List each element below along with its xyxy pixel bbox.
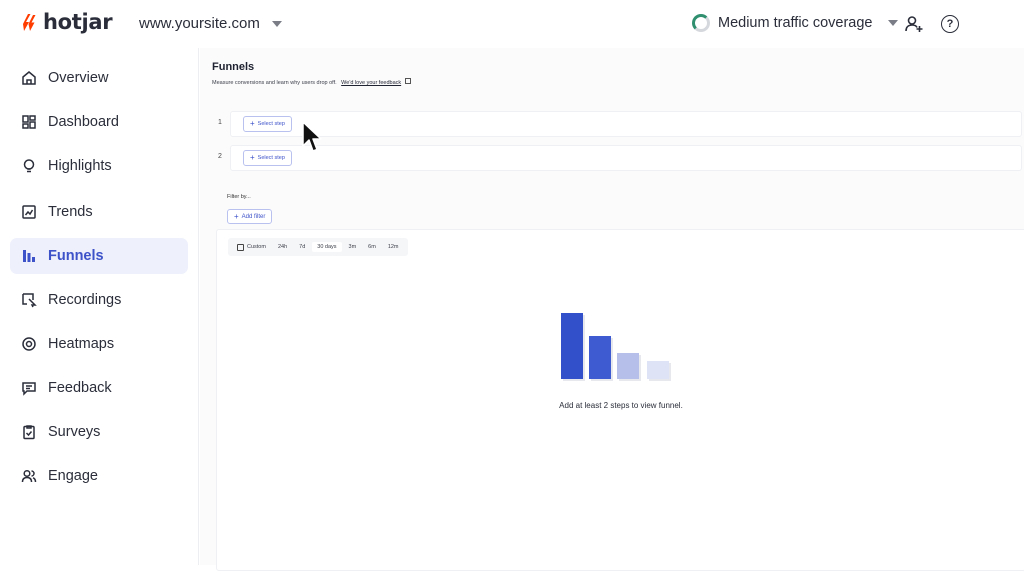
hotjar-logo[interactable]: hotjar: [20, 10, 113, 34]
sidebar-item-label: Funnels: [48, 248, 104, 264]
empty-funnel-illustration: [561, 313, 671, 381]
plus-icon: +: [250, 153, 255, 162]
traffic-coverage-selector[interactable]: Medium traffic coverage: [692, 14, 899, 32]
sidebar-item-label: Feedback: [48, 380, 112, 396]
sidebar-item-label: Overview: [48, 70, 109, 86]
sidebar-item-engage[interactable]: Engage: [10, 458, 188, 494]
chevron-down-icon: [271, 20, 282, 27]
step-number: 1: [218, 119, 222, 126]
sidebar: Overview Dashboard Highlights Trends Fun…: [0, 48, 199, 565]
sidebar-item-feedback[interactable]: Feedback: [10, 370, 188, 406]
sidebar-item-surveys[interactable]: Surveys: [10, 414, 188, 450]
illustration-bar: [647, 361, 669, 379]
chevron-down-icon: [888, 20, 899, 26]
external-link-icon: [404, 78, 411, 84]
empty-state-message: Add at least 2 steps to view funnel.: [559, 401, 683, 410]
add-user-icon[interactable]: [903, 13, 925, 35]
select-step-button[interactable]: + Select step: [243, 150, 292, 166]
add-filter-label: Add filter: [241, 213, 266, 220]
sidebar-item-label: Surveys: [48, 424, 101, 440]
calendar-icon: [237, 243, 244, 251]
sidebar-item-heatmaps[interactable]: Heatmaps: [10, 326, 188, 362]
main-content: Funnels Measure conversions and learn wh…: [200, 48, 1024, 571]
funnel-panel: Custom 24h 7d 30 days 3m 6m 12m Add at l…: [216, 229, 1024, 571]
select-step-label: Select step: [257, 121, 285, 127]
subtitle-text: Measure conversions and learn why users …: [212, 80, 337, 86]
funnel-bars-icon: [20, 247, 38, 265]
site-name: www.yoursite.com: [139, 15, 260, 32]
logo-text: hotjar: [43, 10, 113, 34]
feedback-link[interactable]: We'd love your feedback: [341, 80, 401, 86]
sidebar-item-dashboard[interactable]: Dashboard: [10, 104, 188, 140]
date-option-label: Custom: [247, 244, 266, 250]
illustration-bar: [561, 313, 583, 379]
date-range-selector: Custom 24h 7d 30 days 3m 6m 12m: [228, 238, 408, 256]
recording-icon: [20, 291, 38, 309]
add-filter-button[interactable]: + Add filter: [227, 209, 273, 224]
sidebar-item-label: Recordings: [48, 292, 122, 308]
filter-label: Filter by...: [227, 194, 251, 200]
progress-ring-icon: [692, 14, 710, 32]
page-subtitle: Measure conversions and learn why users …: [212, 78, 411, 86]
sidebar-item-label: Highlights: [48, 158, 112, 174]
users-icon: [20, 467, 38, 485]
step-number: 2: [218, 153, 222, 160]
date-option-12m[interactable]: 12m: [383, 242, 404, 252]
plus-icon: +: [234, 211, 239, 221]
site-selector[interactable]: www.yoursite.com: [139, 15, 282, 32]
illustration-bar: [589, 336, 611, 379]
page-title: Funnels: [212, 61, 255, 73]
date-option-30-days[interactable]: 30 days: [312, 242, 342, 252]
dashboard-icon: [20, 113, 38, 131]
date-option-6m[interactable]: 6m: [363, 242, 381, 252]
mouse-cursor-icon: [302, 121, 322, 152]
lightbulb-icon: [20, 157, 38, 175]
sidebar-item-trends[interactable]: Trends: [10, 194, 188, 230]
date-option-24h[interactable]: 24h: [273, 242, 292, 252]
heatmap-icon: [20, 335, 38, 353]
select-step-button[interactable]: + Select step: [243, 116, 292, 132]
trend-chart-icon: [20, 203, 38, 221]
sidebar-item-overview[interactable]: Overview: [10, 60, 188, 96]
sidebar-item-label: Engage: [48, 468, 98, 484]
help-icon[interactable]: ?: [941, 15, 959, 33]
coverage-label: Medium traffic coverage: [718, 15, 873, 31]
illustration-bar: [617, 353, 639, 379]
funnel-step-row: + Select step: [230, 111, 1022, 137]
top-bar: hotjar www.yoursite.com Medium traffic c…: [0, 0, 1024, 48]
sidebar-item-recordings[interactable]: Recordings: [10, 282, 188, 318]
date-option-7d[interactable]: 7d: [294, 242, 310, 252]
funnel-step-row: + Select step: [230, 145, 1022, 171]
sidebar-item-highlights[interactable]: Highlights: [10, 148, 188, 184]
date-option-3m[interactable]: 3m: [344, 242, 362, 252]
survey-icon: [20, 423, 38, 441]
sidebar-item-funnels[interactable]: Funnels: [10, 238, 188, 274]
feedback-icon: [20, 379, 38, 397]
select-step-label: Select step: [257, 155, 285, 161]
plus-icon: +: [250, 119, 255, 128]
hotjar-flame-icon: [23, 14, 36, 31]
sidebar-item-label: Dashboard: [48, 114, 119, 130]
home-icon: [20, 69, 38, 87]
sidebar-item-label: Heatmaps: [48, 336, 115, 352]
sidebar-item-label: Trends: [48, 204, 93, 220]
date-option-custom[interactable]: Custom: [232, 242, 271, 253]
